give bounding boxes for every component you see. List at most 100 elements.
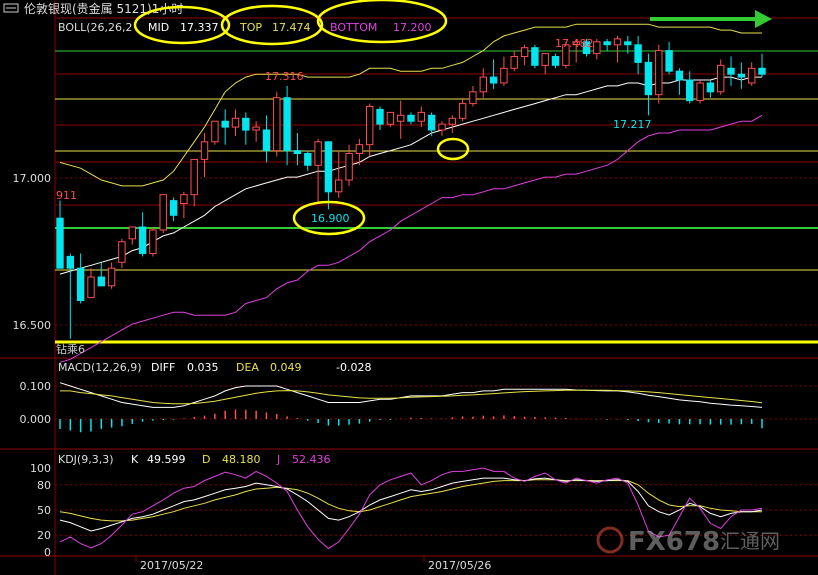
candle-body	[262, 129, 271, 152]
macd-name: MACD(12,26,9)	[58, 361, 142, 374]
candle	[273, 91, 281, 157]
candle-body	[231, 117, 240, 128]
boll-bottom-value: 17.200	[393, 21, 432, 34]
x-tick-label: 2017/05/22	[140, 559, 203, 572]
candle-body	[335, 179, 343, 193]
candle-body	[293, 150, 302, 155]
candle-body	[510, 56, 518, 69]
kdj-j-label: J	[276, 453, 280, 466]
chart-stage: 伦敦银现(贵金属 5121)1小时 BOLL(26,26,2 MID 17.33…	[0, 0, 818, 575]
candle-body	[366, 106, 374, 146]
y-tick-label: 0.100	[20, 380, 52, 393]
candle-body	[97, 276, 105, 287]
candle-body	[520, 47, 529, 58]
candle-body	[128, 226, 137, 240]
candle-body	[603, 41, 611, 46]
boll-bottom-label: BOTTOM	[330, 21, 377, 34]
candle-body	[531, 47, 539, 66]
y-tick-label: 16.500	[13, 319, 52, 332]
candle-body	[417, 111, 426, 122]
candle-body	[748, 67, 756, 84]
candle-body	[448, 117, 457, 125]
candle-body	[644, 61, 653, 96]
candle-body	[159, 194, 167, 231]
candle-body	[458, 103, 467, 119]
candle-body	[324, 141, 333, 193]
candle-body	[149, 229, 157, 254]
candle	[159, 194, 167, 233]
boll-top-value: 17.474	[272, 21, 311, 34]
candle-body	[397, 114, 405, 122]
kdj-k-label: K	[131, 453, 139, 466]
y-tick-label: 100	[30, 462, 51, 475]
kdj-j-value: 52.436	[292, 453, 331, 466]
boll-name: BOLL(26,26,2	[58, 21, 133, 34]
candle-body	[706, 82, 715, 93]
boll-top-label: TOP	[239, 21, 262, 34]
candle-body	[355, 144, 364, 154]
macd-value: -0.028	[336, 361, 371, 374]
kdj-k-value: 49.599	[147, 453, 186, 466]
kdj-d-label: D	[202, 453, 210, 466]
candle-body	[345, 153, 353, 181]
candle-body	[200, 141, 209, 160]
candle-body	[469, 91, 477, 105]
candle-body	[314, 141, 322, 166]
candle-body	[76, 267, 85, 302]
candle-body	[242, 117, 250, 131]
candle-body	[252, 126, 260, 131]
annotation-high: 17.316	[265, 70, 304, 83]
candle-body	[634, 44, 642, 63]
candle-body	[727, 67, 735, 75]
watermark-left: 钻乘6	[56, 342, 85, 356]
y-tick-label: 0	[44, 546, 51, 559]
candle-body	[551, 56, 560, 66]
candle-body	[56, 217, 64, 269]
candle-body	[221, 120, 229, 128]
candle-body	[386, 111, 395, 125]
candle	[531, 44, 539, 69]
candle	[655, 44, 663, 104]
candle	[149, 227, 157, 257]
watermark-cn: 汇通网	[720, 529, 780, 553]
macd-diff-label: DIFF	[151, 361, 175, 374]
annotation-high: 911	[56, 189, 77, 202]
macd-dea-label: DEA	[236, 361, 259, 374]
candle-body	[304, 153, 312, 166]
candle-body	[541, 53, 549, 66]
annotation-low: 16.900	[311, 212, 350, 225]
x-tick-label: 2017/05/26	[428, 559, 491, 572]
candle-body	[737, 73, 746, 78]
candle-body	[283, 97, 291, 152]
annotation-high: 17.482	[555, 37, 594, 50]
candle-body	[479, 76, 488, 93]
background	[0, 0, 818, 575]
candle-body	[758, 67, 766, 75]
candle-body	[169, 200, 178, 216]
boll-mid-label: MID	[148, 21, 169, 34]
candle	[696, 80, 704, 104]
candle-body	[180, 194, 188, 204]
candle-body	[624, 41, 632, 46]
candle-body	[696, 82, 704, 102]
candle-body	[427, 114, 436, 131]
candle-body	[500, 67, 508, 84]
candle-body	[138, 226, 147, 254]
y-tick-label: 17.000	[13, 172, 52, 185]
candle-body	[665, 50, 673, 72]
watermark-brand: FX678	[628, 527, 720, 557]
candle-body	[613, 38, 622, 46]
candle-body	[407, 114, 415, 122]
frame	[0, 0, 818, 575]
candle-body	[118, 241, 126, 263]
candle	[211, 120, 219, 145]
y-tick-label: 50	[37, 504, 51, 517]
boll-mid-value: 17.337	[180, 21, 219, 34]
candle-body	[190, 158, 198, 196]
candle-body	[211, 120, 219, 143]
y-tick-label: 20	[37, 529, 51, 542]
annotation-low: 17.217	[613, 118, 652, 131]
macd-dea-value: 0.049	[270, 361, 302, 374]
candle-body	[438, 123, 446, 131]
candle-body	[717, 64, 725, 93]
